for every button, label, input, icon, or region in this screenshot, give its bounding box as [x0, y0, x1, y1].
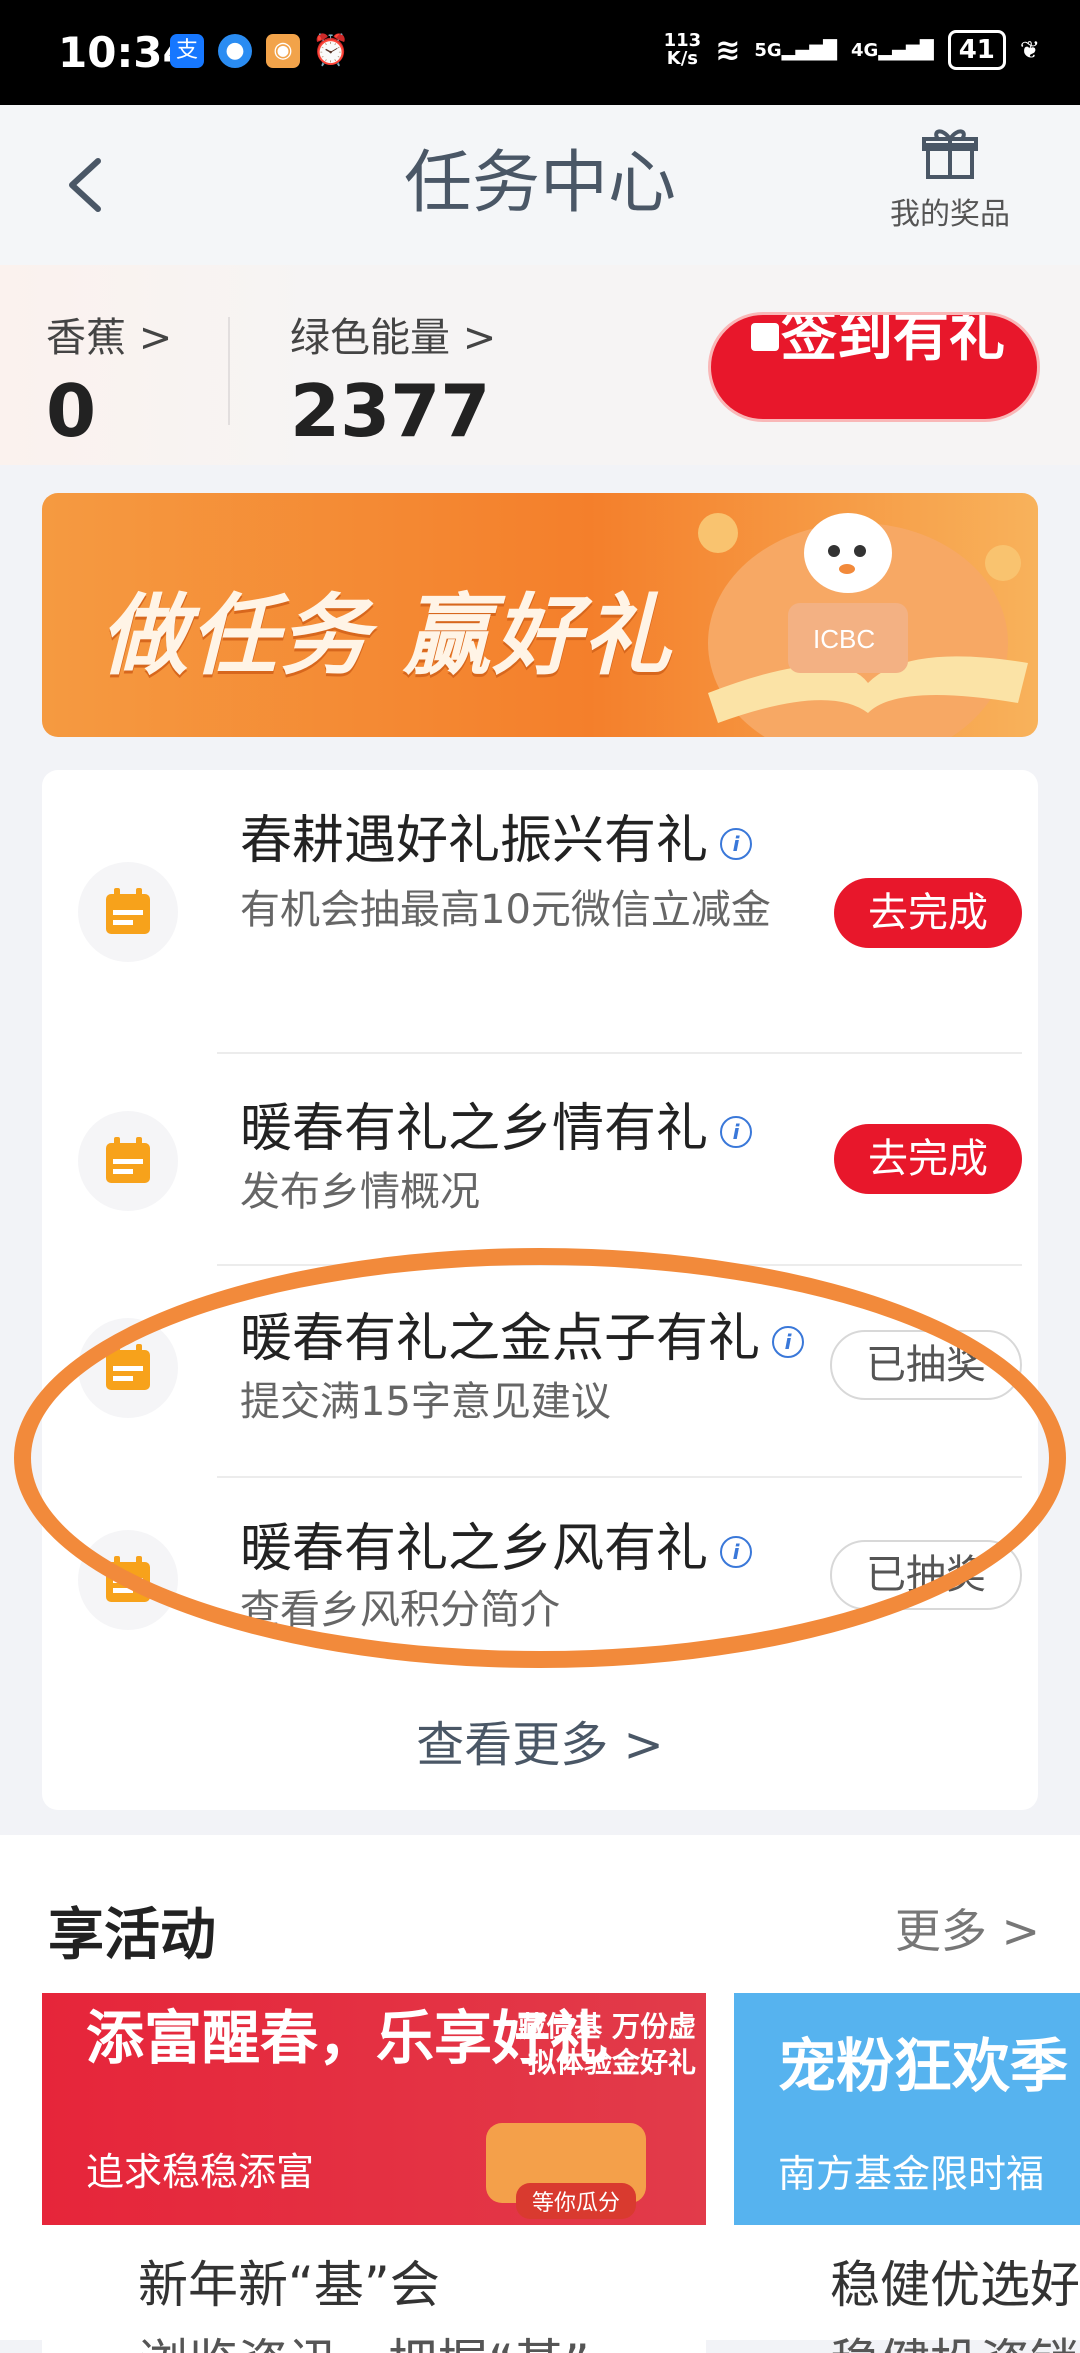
task-title: 暖春有礼之金点子有礼 i	[240, 1296, 805, 1371]
alipay-icon: 支	[170, 34, 204, 68]
task-row: 暖春有礼之金点子有礼 i 提交满15字意见建议 已抽奖	[42, 1266, 1038, 1476]
banana-value: 0	[46, 369, 97, 453]
banner-text: 做任务 赢好礼	[100, 584, 673, 687]
calendar-icon	[751, 323, 779, 351]
activity-card[interactable]: 添富醒春，乐享好礼 追求稳稳添富 藏债基 万份虚拟体验金好礼 等你瓜分 新年新“…	[42, 1993, 706, 2353]
calendar-icon	[106, 1556, 150, 1602]
info-icon[interactable]: i	[720, 1536, 753, 1568]
calendar-icon	[106, 888, 150, 934]
green-energy-stat[interactable]: 绿色能量 > 2377	[290, 305, 496, 453]
activity-overlay-text: 藏债基 万份虚拟体验金好礼	[518, 2010, 696, 2079]
task-title: 暖春有礼之乡情有礼 i	[240, 1086, 753, 1161]
task-description: 有机会抽最高10元微信立减金	[240, 887, 771, 933]
activity-banner: 添富醒春，乐享好礼 追求稳稳添富 藏债基 万份虚拟体验金好礼 等你瓜分	[42, 1993, 706, 2225]
go-complete-button[interactable]: 去完成	[834, 878, 1022, 948]
activity-headline: 宠粉狂欢季	[778, 2032, 1069, 2100]
signal-4g-icon: 4G▂▄▆█	[851, 39, 934, 61]
activity-subtitle: 追求稳稳添富	[86, 2150, 315, 2194]
my-prizes-label: 我的奖品	[890, 197, 1010, 232]
task-icon	[78, 1111, 178, 1211]
green-energy-label: 绿色能量 >	[290, 315, 497, 361]
task-description: 查看乡风积分简介	[240, 1587, 560, 1633]
header: 任务中心 我的奖品	[0, 105, 1080, 265]
mascot-book-illustration: ICBC	[698, 513, 1028, 737]
icbc-logo-text: ICBC	[813, 624, 875, 654]
my-prizes-button[interactable]: 我的奖品	[880, 125, 1020, 233]
activity-line: 浏览资讯，把握“基”	[138, 2323, 590, 2353]
banana-label: 香蕉 >	[46, 315, 173, 361]
task-title: 暖春有礼之乡风有礼 i	[240, 1506, 753, 1581]
task-title: 春耕遇好礼振兴有礼 i	[240, 798, 753, 873]
task-row: 暖春有礼之乡风有礼 i 查看乡风积分简介 已抽奖	[42, 1478, 1038, 1688]
activity-line: 稳健优选好	[830, 2256, 1080, 2314]
go-complete-button[interactable]: 去完成	[834, 1124, 1022, 1194]
task-description: 提交满15字意见建议	[240, 1379, 611, 1425]
task-row: 春耕遇好礼振兴有礼 i 有机会抽最高10元微信立减金 去完成	[42, 770, 1038, 1052]
status-bar: 10:34 支 ● ◉ ⏰ 113 K/s ≋ 5G▂▄▆█ 4G▂▄▆█ 41…	[0, 0, 1080, 105]
activity-tag: 等你瓜分	[515, 2183, 636, 2219]
info-icon[interactable]: i	[720, 828, 753, 860]
alarm-icon: ⏰	[312, 33, 350, 68]
app-icon: ◉	[266, 34, 300, 68]
task-description: 发布乡情概况	[240, 1169, 480, 1215]
message-icon: ●	[218, 34, 252, 68]
task-list-card: 春耕遇好礼振兴有礼 i 有机会抽最高10元微信立减金 去完成 暖春有礼之乡情有礼 i…	[42, 770, 1038, 1810]
activities-title: 享活动	[48, 1903, 216, 1968]
checkin-label: 签到有礼	[781, 312, 1005, 369]
activities-section: 享活动 更多 > 添富醒春，乐享好礼 追求稳稳添富 藏债基 万份虚拟体验金好礼 …	[0, 1835, 1080, 2353]
gift-icon	[922, 129, 978, 179]
promo-banner[interactable]: 做任务 赢好礼 ICBC	[42, 493, 1038, 737]
task-row: 暖春有礼之乡情有礼 i 发布乡情概况 去完成	[42, 1054, 1038, 1264]
activity-banner: 宠粉狂欢季 南方基金限时福	[734, 1993, 1080, 2225]
task-icon	[78, 1530, 178, 1630]
drawn-status-button[interactable]: 已抽奖	[830, 1330, 1022, 1400]
divider	[228, 317, 230, 425]
activity-line: 新年新“基”会	[138, 2256, 440, 2314]
calendar-icon	[106, 1137, 150, 1183]
view-more-link[interactable]: 查看更多 >	[42, 1705, 1038, 1775]
battery-indicator: 41	[947, 30, 1006, 70]
calendar-icon	[106, 1344, 150, 1390]
activity-subtitle: 南方基金限时福	[778, 2152, 1045, 2196]
task-icon	[78, 1318, 178, 1418]
activity-card[interactable]: 宠粉狂欢季 南方基金限时福 稳健优选好 稳健投资锁	[734, 1993, 1080, 2353]
banana-stat[interactable]: 香蕉 > 0	[46, 305, 172, 453]
task-icon	[78, 862, 178, 962]
info-icon[interactable]: i	[720, 1116, 753, 1148]
activities-more-link[interactable]: 更多 >	[895, 1895, 1040, 1961]
wifi-icon: ≋	[715, 32, 741, 68]
signal-5g-icon: 5G▂▄▆█	[754, 39, 838, 61]
activity-line: 稳健投资锁	[830, 2323, 1080, 2353]
checkin-button[interactable]: 签到有礼	[708, 312, 1040, 422]
stats-bar: 香蕉 > 0 绿色能量 > 2377 签到有礼	[0, 265, 1080, 465]
info-icon[interactable]: i	[772, 1326, 805, 1358]
green-energy-value: 2377	[290, 369, 491, 453]
network-speed: 113 K/s	[663, 30, 702, 69]
drawn-status-button[interactable]: 已抽奖	[830, 1540, 1022, 1610]
leaf-icon: ❦	[1019, 36, 1040, 64]
